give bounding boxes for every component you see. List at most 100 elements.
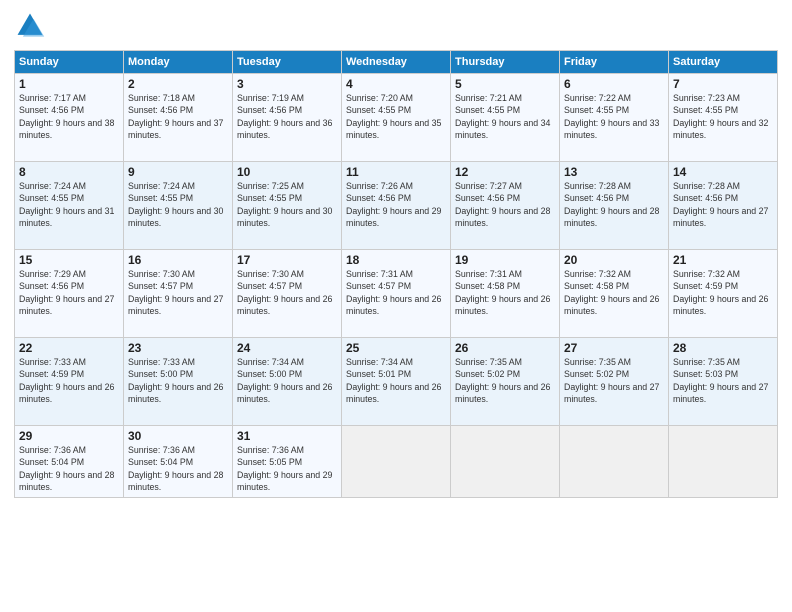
calendar-cell <box>451 426 560 498</box>
week-row-5: 29 Sunrise: 7:36 AM Sunset: 5:04 PM Dayl… <box>15 426 778 498</box>
calendar-cell: 8 Sunrise: 7:24 AM Sunset: 4:55 PM Dayli… <box>15 162 124 250</box>
calendar-cell <box>560 426 669 498</box>
day-detail: Sunrise: 7:36 AM Sunset: 5:05 PM Dayligh… <box>237 444 337 493</box>
day-number: 27 <box>564 341 664 355</box>
day-detail: Sunrise: 7:24 AM Sunset: 4:55 PM Dayligh… <box>128 180 228 229</box>
day-number: 22 <box>19 341 119 355</box>
day-detail: Sunrise: 7:18 AM Sunset: 4:56 PM Dayligh… <box>128 92 228 141</box>
calendar-cell: 2 Sunrise: 7:18 AM Sunset: 4:56 PM Dayli… <box>124 74 233 162</box>
week-row-2: 8 Sunrise: 7:24 AM Sunset: 4:55 PM Dayli… <box>15 162 778 250</box>
day-number: 31 <box>237 429 337 443</box>
day-detail: Sunrise: 7:33 AM Sunset: 5:00 PM Dayligh… <box>128 356 228 405</box>
day-number: 30 <box>128 429 228 443</box>
calendar-cell: 5 Sunrise: 7:21 AM Sunset: 4:55 PM Dayli… <box>451 74 560 162</box>
weekday-header-sunday: Sunday <box>15 51 124 74</box>
day-number: 10 <box>237 165 337 179</box>
calendar-cell: 6 Sunrise: 7:22 AM Sunset: 4:55 PM Dayli… <box>560 74 669 162</box>
header <box>14 10 778 42</box>
day-detail: Sunrise: 7:30 AM Sunset: 4:57 PM Dayligh… <box>237 268 337 317</box>
calendar-table: SundayMondayTuesdayWednesdayThursdayFrid… <box>14 50 778 498</box>
day-number: 14 <box>673 165 773 179</box>
day-number: 15 <box>19 253 119 267</box>
day-number: 21 <box>673 253 773 267</box>
day-detail: Sunrise: 7:32 AM Sunset: 4:58 PM Dayligh… <box>564 268 664 317</box>
weekday-header-saturday: Saturday <box>669 51 778 74</box>
day-number: 16 <box>128 253 228 267</box>
day-detail: Sunrise: 7:23 AM Sunset: 4:55 PM Dayligh… <box>673 92 773 141</box>
calendar-cell: 23 Sunrise: 7:33 AM Sunset: 5:00 PM Dayl… <box>124 338 233 426</box>
calendar-cell: 29 Sunrise: 7:36 AM Sunset: 5:04 PM Dayl… <box>15 426 124 498</box>
week-row-4: 22 Sunrise: 7:33 AM Sunset: 4:59 PM Dayl… <box>15 338 778 426</box>
day-number: 28 <box>673 341 773 355</box>
day-detail: Sunrise: 7:35 AM Sunset: 5:02 PM Dayligh… <box>564 356 664 405</box>
calendar-cell: 17 Sunrise: 7:30 AM Sunset: 4:57 PM Dayl… <box>233 250 342 338</box>
day-detail: Sunrise: 7:34 AM Sunset: 5:00 PM Dayligh… <box>237 356 337 405</box>
day-number: 19 <box>455 253 555 267</box>
weekday-header-wednesday: Wednesday <box>342 51 451 74</box>
day-number: 6 <box>564 77 664 91</box>
calendar-cell: 26 Sunrise: 7:35 AM Sunset: 5:02 PM Dayl… <box>451 338 560 426</box>
calendar-cell: 9 Sunrise: 7:24 AM Sunset: 4:55 PM Dayli… <box>124 162 233 250</box>
day-detail: Sunrise: 7:35 AM Sunset: 5:03 PM Dayligh… <box>673 356 773 405</box>
calendar-cell: 19 Sunrise: 7:31 AM Sunset: 4:58 PM Dayl… <box>451 250 560 338</box>
calendar-cell: 28 Sunrise: 7:35 AM Sunset: 5:03 PM Dayl… <box>669 338 778 426</box>
day-detail: Sunrise: 7:28 AM Sunset: 4:56 PM Dayligh… <box>673 180 773 229</box>
day-number: 3 <box>237 77 337 91</box>
calendar-cell: 16 Sunrise: 7:30 AM Sunset: 4:57 PM Dayl… <box>124 250 233 338</box>
calendar-cell: 30 Sunrise: 7:36 AM Sunset: 5:04 PM Dayl… <box>124 426 233 498</box>
calendar-cell: 12 Sunrise: 7:27 AM Sunset: 4:56 PM Dayl… <box>451 162 560 250</box>
day-number: 9 <box>128 165 228 179</box>
weekday-header-friday: Friday <box>560 51 669 74</box>
calendar-cell: 4 Sunrise: 7:20 AM Sunset: 4:55 PM Dayli… <box>342 74 451 162</box>
day-detail: Sunrise: 7:24 AM Sunset: 4:55 PM Dayligh… <box>19 180 119 229</box>
day-detail: Sunrise: 7:31 AM Sunset: 4:57 PM Dayligh… <box>346 268 446 317</box>
calendar-cell: 13 Sunrise: 7:28 AM Sunset: 4:56 PM Dayl… <box>560 162 669 250</box>
day-number: 5 <box>455 77 555 91</box>
calendar-cell: 3 Sunrise: 7:19 AM Sunset: 4:56 PM Dayli… <box>233 74 342 162</box>
day-detail: Sunrise: 7:33 AM Sunset: 4:59 PM Dayligh… <box>19 356 119 405</box>
day-detail: Sunrise: 7:21 AM Sunset: 4:55 PM Dayligh… <box>455 92 555 141</box>
day-detail: Sunrise: 7:35 AM Sunset: 5:02 PM Dayligh… <box>455 356 555 405</box>
calendar-cell: 21 Sunrise: 7:32 AM Sunset: 4:59 PM Dayl… <box>669 250 778 338</box>
week-row-3: 15 Sunrise: 7:29 AM Sunset: 4:56 PM Dayl… <box>15 250 778 338</box>
logo <box>14 10 50 42</box>
week-row-1: 1 Sunrise: 7:17 AM Sunset: 4:56 PM Dayli… <box>15 74 778 162</box>
calendar-cell: 20 Sunrise: 7:32 AM Sunset: 4:58 PM Dayl… <box>560 250 669 338</box>
day-number: 13 <box>564 165 664 179</box>
day-number: 12 <box>455 165 555 179</box>
weekday-header-thursday: Thursday <box>451 51 560 74</box>
day-detail: Sunrise: 7:19 AM Sunset: 4:56 PM Dayligh… <box>237 92 337 141</box>
day-detail: Sunrise: 7:20 AM Sunset: 4:55 PM Dayligh… <box>346 92 446 141</box>
calendar-cell <box>669 426 778 498</box>
calendar-cell: 10 Sunrise: 7:25 AM Sunset: 4:55 PM Dayl… <box>233 162 342 250</box>
calendar-cell: 1 Sunrise: 7:17 AM Sunset: 4:56 PM Dayli… <box>15 74 124 162</box>
day-number: 26 <box>455 341 555 355</box>
day-detail: Sunrise: 7:36 AM Sunset: 5:04 PM Dayligh… <box>128 444 228 493</box>
day-detail: Sunrise: 7:22 AM Sunset: 4:55 PM Dayligh… <box>564 92 664 141</box>
day-number: 25 <box>346 341 446 355</box>
calendar-cell: 18 Sunrise: 7:31 AM Sunset: 4:57 PM Dayl… <box>342 250 451 338</box>
day-number: 7 <box>673 77 773 91</box>
day-detail: Sunrise: 7:28 AM Sunset: 4:56 PM Dayligh… <box>564 180 664 229</box>
calendar-cell: 25 Sunrise: 7:34 AM Sunset: 5:01 PM Dayl… <box>342 338 451 426</box>
calendar-cell: 27 Sunrise: 7:35 AM Sunset: 5:02 PM Dayl… <box>560 338 669 426</box>
calendar-cell: 24 Sunrise: 7:34 AM Sunset: 5:00 PM Dayl… <box>233 338 342 426</box>
day-number: 17 <box>237 253 337 267</box>
day-detail: Sunrise: 7:36 AM Sunset: 5:04 PM Dayligh… <box>19 444 119 493</box>
weekday-header-tuesday: Tuesday <box>233 51 342 74</box>
day-detail: Sunrise: 7:25 AM Sunset: 4:55 PM Dayligh… <box>237 180 337 229</box>
page: SundayMondayTuesdayWednesdayThursdayFrid… <box>0 0 792 612</box>
day-number: 8 <box>19 165 119 179</box>
calendar-cell: 14 Sunrise: 7:28 AM Sunset: 4:56 PM Dayl… <box>669 162 778 250</box>
day-number: 23 <box>128 341 228 355</box>
day-detail: Sunrise: 7:31 AM Sunset: 4:58 PM Dayligh… <box>455 268 555 317</box>
calendar-cell: 11 Sunrise: 7:26 AM Sunset: 4:56 PM Dayl… <box>342 162 451 250</box>
logo-icon <box>14 10 46 42</box>
day-detail: Sunrise: 7:30 AM Sunset: 4:57 PM Dayligh… <box>128 268 228 317</box>
day-number: 2 <box>128 77 228 91</box>
calendar-cell: 15 Sunrise: 7:29 AM Sunset: 4:56 PM Dayl… <box>15 250 124 338</box>
weekday-header-row: SundayMondayTuesdayWednesdayThursdayFrid… <box>15 51 778 74</box>
day-number: 24 <box>237 341 337 355</box>
day-number: 29 <box>19 429 119 443</box>
day-detail: Sunrise: 7:32 AM Sunset: 4:59 PM Dayligh… <box>673 268 773 317</box>
